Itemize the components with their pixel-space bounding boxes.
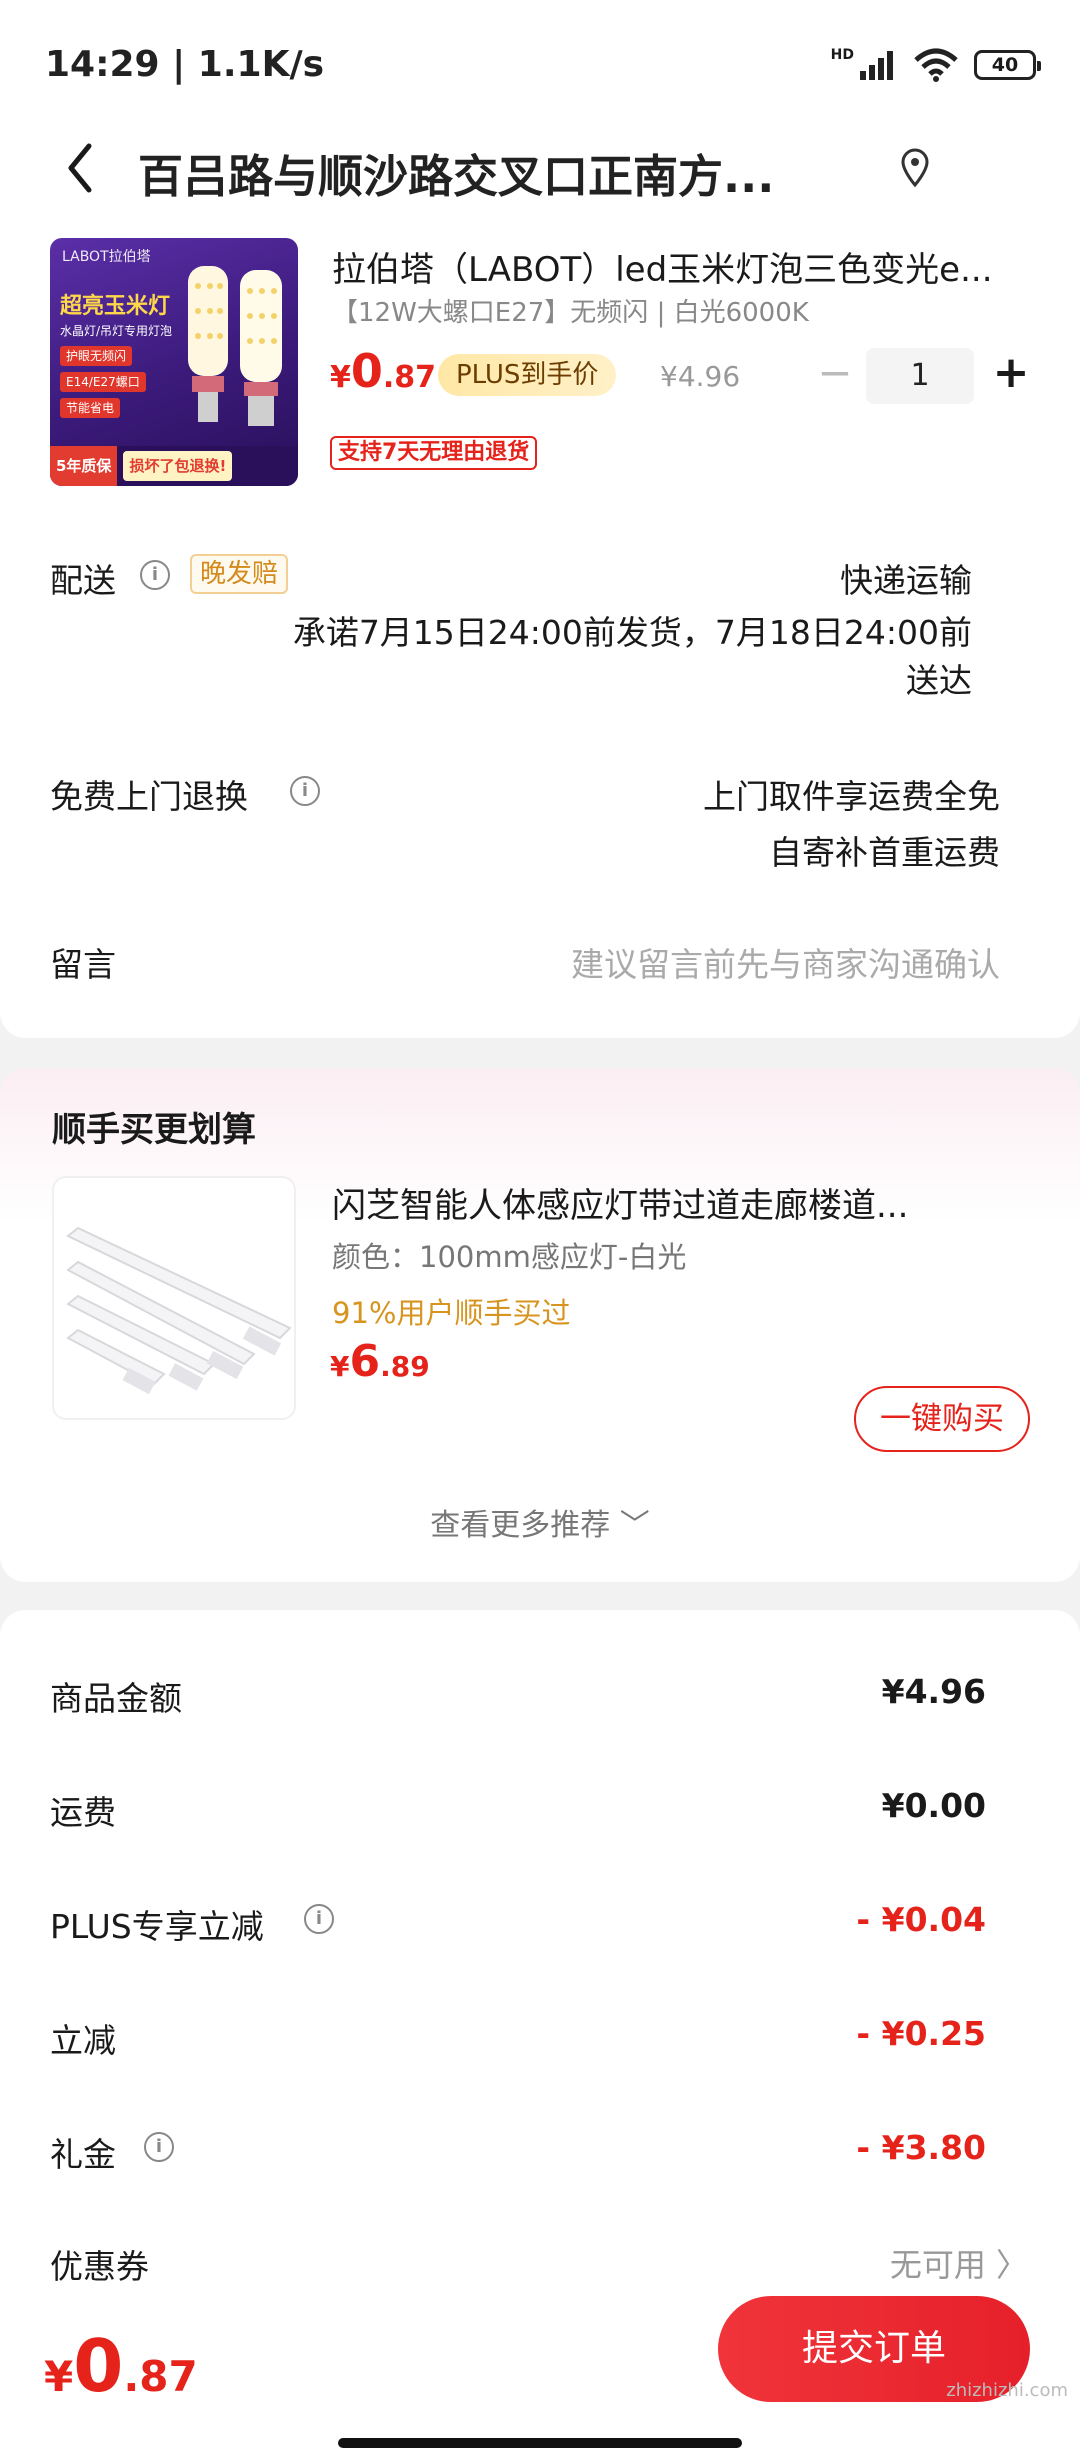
status-icons: HD 40	[830, 47, 1041, 82]
bottom-bar: ¥0.87 提交订单 zhizhizhi.com	[0, 2284, 1080, 2460]
price-decimal: .89	[380, 1350, 430, 1383]
address-title[interactable]: 百吕路与顺沙路交叉口正南方...	[138, 140, 858, 205]
more-recommendations-link[interactable]: 查看更多推荐 ﹀	[0, 1500, 1080, 1544]
order-item-card: LABOT拉伯塔 超亮玉米灯 水晶灯/吊灯专用灯泡 护眼无频闪 E14/E27螺…	[0, 220, 1080, 1038]
plus-discount-value: - ¥0.04	[856, 1900, 986, 1939]
image-tag: 护眼无频闪	[60, 346, 133, 366]
watermark: zhizhizhi.com	[946, 2380, 1068, 2401]
gift-money-value: - ¥3.80	[856, 2128, 986, 2167]
recommend-item-image[interactable]	[52, 1176, 296, 1420]
quantity-input[interactable]: 1	[866, 348, 974, 404]
recommend-item-spec: 颜色：100mm感应灯-白光	[332, 1240, 687, 1274]
shipping-fee-label: 运费	[50, 1793, 116, 1832]
quantity-increment-button[interactable]: +	[986, 346, 1036, 402]
one-click-buy-button[interactable]: 一键购买	[854, 1386, 1030, 1452]
message-input[interactable]: 建议留言前先与商家沟通确认	[571, 938, 1000, 986]
instant-discount-value: - ¥0.25	[856, 2014, 986, 2053]
recommend-title: 顺手买更划算	[52, 1110, 256, 1150]
image-tag: 节能省电	[60, 398, 121, 418]
message-label: 留言	[50, 945, 116, 984]
location-button[interactable]	[900, 148, 940, 196]
plus-discount-label: PLUS专享立减	[50, 1907, 264, 1946]
hd-badge: HD	[830, 47, 854, 63]
goods-amount-label: 商品金额	[50, 1679, 182, 1718]
recommend-card: 顺手买更划算 闪芝智能人体感应灯带过道走廊楼道... 颜色：100mm感应灯-白…	[0, 1068, 1080, 1582]
image-title-text: 超亮玉米灯	[60, 294, 171, 319]
return-service-line1[interactable]: 上门取件享运费全免	[703, 770, 1000, 818]
total-price: ¥0.87	[44, 2324, 198, 2408]
info-icon[interactable]: i	[304, 1904, 334, 1934]
gift-money-label: 礼金	[50, 2135, 116, 2174]
recommend-item-bought: 91%用户顺手买过	[332, 1296, 571, 1330]
back-button[interactable]	[50, 138, 110, 198]
price-currency: ¥	[44, 2352, 74, 2401]
signal-icon	[860, 51, 893, 80]
goods-amount-value: ¥4.96	[881, 1672, 986, 1711]
delivery-promise-cont: 送达	[906, 661, 972, 700]
delivery-promise: 承诺7月15日24:00前发货，7月18日24:00前	[292, 613, 972, 652]
plus-price-tag: PLUS到手价	[438, 354, 617, 396]
product-image[interactable]: LABOT拉伯塔 超亮玉米灯 水晶灯/吊灯专用灯泡 护眼无频闪 E14/E27螺…	[50, 238, 298, 486]
wifi-icon	[914, 48, 958, 82]
price-currency: ¥	[330, 1350, 350, 1383]
image-sub-text: 水晶灯/吊灯专用灯泡	[60, 324, 173, 338]
delivery-label: 配送	[50, 561, 116, 600]
price-integer: 6	[349, 1336, 381, 1387]
shipping-fee-value: ¥0.00	[881, 1786, 986, 1825]
coupon-label: 优惠券	[50, 2247, 149, 2286]
product-price: ¥0.87	[330, 344, 436, 398]
info-icon[interactable]: i	[290, 776, 320, 806]
back-arrow-icon	[68, 143, 92, 193]
price-decimal: .87	[382, 360, 437, 395]
price-integer: 0	[350, 344, 383, 398]
delivery-method[interactable]: 快递运输	[840, 554, 972, 602]
late-compensation-tag: 晚发赔	[190, 554, 289, 594]
recommend-item-name[interactable]: 闪芝智能人体感应灯带过道走廊楼道...	[332, 1178, 1022, 1227]
location-pin-icon	[901, 148, 929, 188]
image-promise: 损坏了包退换!	[123, 451, 233, 481]
product-name[interactable]: 拉伯塔（LABOT）led玉米灯泡三色变光e...	[332, 242, 1032, 291]
return-policy-badge: 支持7天无理由退货	[330, 436, 538, 470]
status-bar: 14:29 | 1.1K/s HD 40	[0, 0, 1080, 120]
battery-icon: 40	[974, 50, 1041, 80]
status-time: 14:29 | 1.1K/s	[45, 44, 325, 85]
price-currency: ¥	[330, 360, 351, 395]
return-service-label: 免费上门退换	[50, 777, 248, 816]
product-spec[interactable]: 【12W大螺口E27】无频闪 | 白光6000K	[332, 292, 809, 329]
image-brand-text: LABOT拉伯塔	[62, 249, 151, 265]
image-warranty: 5年质保	[50, 446, 118, 486]
original-price: ¥4.96	[660, 360, 741, 393]
coupon-selector[interactable]: 无可用 〉	[890, 2240, 1028, 2286]
instant-discount-label: 立减	[50, 2021, 116, 2060]
image-bottom-strip: 5年质保 损坏了包退换!	[50, 446, 298, 486]
return-service-line2: 自寄补首重运费	[769, 833, 1000, 872]
info-icon[interactable]: i	[144, 2132, 174, 2162]
header: 百吕路与顺沙路交叉口正南方...	[0, 120, 1080, 220]
home-indicator[interactable]	[338, 2438, 742, 2448]
bulb-illustration	[188, 266, 282, 426]
quantity-decrement-button[interactable]: −	[810, 348, 860, 402]
price-integer: 0	[73, 2324, 124, 2408]
price-decimal: .87	[123, 2352, 198, 2401]
recommend-item-price: ¥6.89	[330, 1336, 430, 1387]
info-icon[interactable]: i	[140, 560, 170, 590]
light-strip-illustration	[66, 1226, 292, 1395]
image-tag: E14/E27螺口	[60, 372, 146, 392]
